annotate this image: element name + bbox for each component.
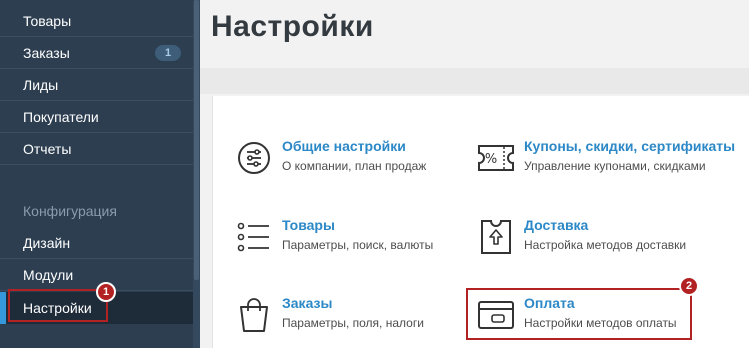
- sidebar-item-label: Модули: [23, 267, 74, 283]
- sidebar-scrollbar[interactable]: [193, 0, 200, 348]
- sidebar-item-reports[interactable]: Отчеты: [0, 133, 193, 165]
- coupon-icon: %: [476, 138, 516, 178]
- setting-title[interactable]: Купоны, скидки, сертификаты: [524, 138, 735, 154]
- setting-description: Управление купонами, скидками: [524, 159, 706, 173]
- setting-orders[interactable]: Заказы Параметры, поля, налоги: [234, 295, 434, 335]
- svg-text:%: %: [485, 152, 497, 167]
- setting-description: Параметры, поиск, валюты: [282, 238, 434, 252]
- sidebar-section-configuration: Конфигурация: [0, 195, 193, 227]
- sidebar-item-label: Отчеты: [23, 141, 72, 157]
- setting-title[interactable]: Заказы: [282, 295, 332, 311]
- highlight-settings-nav: [8, 289, 108, 322]
- shopping-bag-icon: [234, 295, 274, 335]
- step-marker-1: 1: [96, 282, 116, 302]
- setting-delivery[interactable]: Доставка Настройка методов доставки: [476, 217, 706, 257]
- setting-description: О компании, план продаж: [282, 159, 427, 173]
- sidebar-item-leads[interactable]: Лиды: [0, 69, 193, 101]
- delivery-box-icon: [476, 217, 516, 257]
- sidebar-item-label: Дизайн: [23, 235, 71, 251]
- highlight-payment: [466, 288, 692, 340]
- sidebar-item-products[interactable]: Товары: [0, 5, 193, 37]
- setting-description: Параметры, поля, налоги: [282, 316, 424, 330]
- step-marker-2: 2: [679, 276, 699, 296]
- setting-title[interactable]: Доставка: [524, 217, 588, 233]
- setting-products[interactable]: Товары Параметры, поиск, валюты: [234, 217, 434, 257]
- sidebar-item-label: Товары: [23, 13, 72, 29]
- orders-count-badge: 1: [155, 45, 181, 61]
- setting-title[interactable]: Общие настройки: [282, 138, 406, 154]
- setting-title[interactable]: Товары: [282, 217, 335, 233]
- page-title: Настройки: [211, 10, 374, 43]
- toolbar-band: [200, 68, 749, 94]
- sliders-icon: [234, 138, 274, 178]
- sidebar-item-customers[interactable]: Покупатели: [0, 101, 193, 133]
- sidebar-scrollbar-thumb[interactable]: [194, 0, 199, 280]
- sidebar-item-label: Лиды: [23, 77, 59, 93]
- setting-coupons[interactable]: % Купоны, скидки, сертификаты Управление…: [476, 138, 746, 178]
- sidebar-item-label: Покупатели: [23, 109, 99, 125]
- sidebar-item-design[interactable]: Дизайн: [0, 227, 193, 259]
- sidebar-item-label: Заказы: [23, 45, 70, 61]
- setting-general[interactable]: Общие настройки О компании, план продаж: [234, 138, 434, 178]
- sidebar-item-orders[interactable]: Заказы 1: [0, 37, 193, 69]
- setting-description: Настройка методов доставки: [524, 238, 687, 252]
- list-icon: [234, 217, 274, 257]
- sidebar-section-label: Конфигурация: [23, 203, 117, 219]
